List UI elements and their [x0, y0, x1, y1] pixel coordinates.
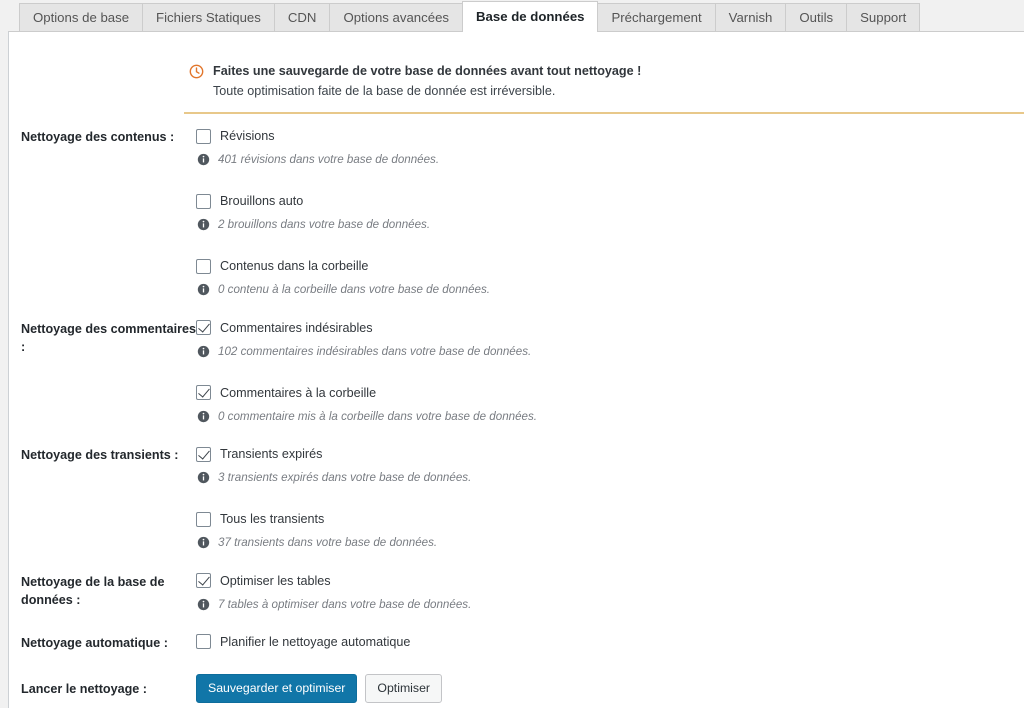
help-line: 102 commentaires indésirables dans votre…: [196, 344, 1024, 360]
tab-options-de-base[interactable]: Options de base: [19, 3, 144, 32]
checkbox-label[interactable]: Révisions: [220, 129, 275, 143]
checkbox-field: Planifier le nettoyage automatique: [196, 633, 1024, 651]
checkbox-field: Brouillons auto 2 brouillons dans votre b…: [196, 192, 1024, 233]
settings-row: Nettoyage automatique : Planifier le nett…: [9, 633, 1024, 652]
checkbox-label[interactable]: Commentaires à la corbeille: [220, 386, 376, 400]
tab-cdn[interactable]: CDN: [273, 3, 331, 32]
help-line: 0 contenu à la corbeille dans votre base…: [196, 282, 1024, 298]
tab-varnish[interactable]: Varnish: [714, 3, 787, 32]
row-fields: Commentaires indésirables 102 commentaire…: [196, 319, 1024, 425]
save-and-optimize-button[interactable]: Sauvegarder et optimiser: [196, 674, 358, 704]
actions-row: Lancer le nettoyage : Sauvegarder et opti…: [9, 674, 1024, 708]
checkbox-label[interactable]: Transients expirés: [220, 447, 322, 461]
row-label: Nettoyage des commentaires :: [21, 321, 196, 354]
checkbox-line[interactable]: Optimiser les tables: [196, 572, 1024, 590]
checkbox-field: Tous les transients 37 transients dans vo…: [196, 510, 1024, 551]
checkbox-unchecked[interactable]: [196, 193, 211, 209]
checkbox-line[interactable]: Révisions: [196, 127, 1024, 145]
info-icon: [197, 283, 210, 296]
checkbox-line[interactable]: Planifier le nettoyage automatique: [196, 633, 1024, 651]
info-icon: [197, 153, 210, 166]
checkbox-field: Commentaires à la corbeille 0 commentaire…: [196, 384, 1024, 425]
row-fields: Optimiser les tables 7 tables à optimiser…: [196, 572, 1024, 613]
row-label: Nettoyage automatique :: [21, 635, 168, 650]
help-line: 401 révisions dans votre base de données…: [196, 152, 1024, 168]
checkbox-line[interactable]: Contenus dans la corbeille: [196, 257, 1024, 275]
help-text: 3 transients expirés dans votre base de …: [218, 471, 472, 485]
row-fields: Révisions 401 révisions dans votre base d…: [196, 127, 1024, 299]
checkbox-line[interactable]: Transients expirés: [196, 445, 1024, 463]
checkbox-label[interactable]: Contenus dans la corbeille: [220, 259, 368, 273]
checkbox-field: Commentaires indésirables 102 commentaire…: [196, 319, 1024, 360]
tab-outils[interactable]: Outils: [785, 3, 848, 32]
help-text: 0 commentaire mis à la corbeille dans vo…: [218, 409, 538, 423]
backup-warning-banner: Faites une sauvegarde de votre base de d…: [184, 62, 1024, 115]
checkbox-unchecked[interactable]: [196, 258, 211, 274]
info-icon: [197, 345, 210, 358]
clock-alert-icon: [189, 64, 204, 79]
checkbox-label[interactable]: Brouillons auto: [220, 194, 303, 208]
settings-row: Nettoyage des commentaires : Commentaires…: [9, 319, 1024, 425]
row-fields: Planifier le nettoyage automatique: [196, 633, 1024, 651]
row-label: Nettoyage de la base de données :: [21, 574, 165, 607]
tab-support[interactable]: Support: [846, 3, 921, 32]
checkbox-checked[interactable]: [196, 446, 211, 462]
checkbox-line[interactable]: Brouillons auto: [196, 192, 1024, 210]
settings-row: Nettoyage des contenus : Révisions 401 rév…: [9, 127, 1024, 299]
checkbox-label[interactable]: Optimiser les tables: [220, 574, 331, 588]
settings-form: Nettoyage des contenus : Révisions 401 rév…: [9, 127, 1024, 708]
help-text: 37 transients dans votre base de données…: [218, 536, 438, 550]
help-text: 2 brouillons dans votre base de données.: [218, 218, 431, 232]
warning-line-1: Faites une sauvegarde de votre base de d…: [213, 64, 642, 78]
help-text: 7 tables à optimiser dans votre base de …: [218, 597, 472, 611]
tab-fichiers-statiques[interactable]: Fichiers Statiques: [142, 3, 275, 32]
help-line: 0 commentaire mis à la corbeille dans vo…: [196, 409, 1024, 425]
checkbox-checked[interactable]: [196, 385, 211, 401]
help-line: 37 transients dans votre base de données…: [196, 535, 1024, 551]
checkbox-unchecked[interactable]: [196, 634, 211, 650]
settings-tab-bar: Options de base Fichiers Statiques CDN Opti…: [0, 0, 1024, 32]
checkbox-unchecked[interactable]: [196, 511, 211, 527]
checkbox-field: Optimiser les tables 7 tables à optimiser…: [196, 572, 1024, 613]
warning-line-2: Toute optimisation faite de la base de d…: [213, 83, 556, 98]
help-line: 3 transients expirés dans votre base de …: [196, 470, 1024, 486]
action-buttons: Sauvegarder et optimiser Optimiser: [196, 674, 1024, 704]
info-icon: [197, 410, 210, 423]
settings-panel: Faites une sauvegarde de votre base de d…: [8, 31, 1024, 708]
checkbox-line[interactable]: Commentaires à la corbeille: [196, 384, 1024, 402]
checkbox-field: Révisions 401 révisions dans votre base d…: [196, 127, 1024, 168]
checkbox-label[interactable]: Tous les transients: [220, 512, 324, 526]
help-line: 7 tables à optimiser dans votre base de …: [196, 597, 1024, 613]
optimize-button[interactable]: Optimiser: [365, 674, 443, 704]
help-text: 401 révisions dans votre base de données…: [218, 153, 440, 166]
checkbox-label[interactable]: Planifier le nettoyage automatique: [220, 635, 410, 649]
info-icon: [197, 536, 210, 549]
checkbox-line[interactable]: Tous les transients: [196, 510, 1024, 528]
checkbox-checked[interactable]: [196, 320, 211, 336]
row-label: Nettoyage des transients :: [21, 448, 179, 463]
row-fields: Transients expirés 3 transients expirés d…: [196, 445, 1024, 551]
help-text: 102 commentaires indésirables dans votre…: [218, 344, 532, 358]
settings-row: Nettoyage de la base de données : Optimis…: [9, 572, 1024, 613]
row-label: Nettoyage des contenus :: [21, 130, 175, 144]
info-icon: [197, 471, 210, 484]
checkbox-line[interactable]: Commentaires indésirables: [196, 319, 1024, 337]
checkbox-label[interactable]: Commentaires indésirables: [220, 321, 373, 335]
help-text: 0 contenu à la corbeille dans votre base…: [218, 283, 491, 297]
checkbox-field: Contenus dans la corbeille 0 contenu à la…: [196, 257, 1024, 298]
help-line: 2 brouillons dans votre base de données.: [196, 217, 1024, 233]
tab-pr-chargement[interactable]: Préchargement: [597, 3, 716, 32]
actions-label: Lancer le nettoyage :: [21, 682, 147, 696]
info-icon: [197, 598, 210, 611]
checkbox-checked[interactable]: [196, 573, 211, 589]
info-icon: [197, 218, 210, 231]
settings-row: Nettoyage des transients : Transients exp…: [9, 445, 1024, 551]
tab-base-de-donn-es[interactable]: Base de données: [462, 1, 599, 32]
checkbox-field: Transients expirés 3 transients expirés d…: [196, 445, 1024, 486]
wp-rocket-database-settings-page: Options de base Fichiers Statiques CDN Opti…: [0, 0, 1024, 708]
actions-fields: Sauvegarder et optimiserOptimiser"Sauveg…: [196, 674, 1024, 708]
tab-options-avanc-es[interactable]: Options avancées: [329, 3, 464, 32]
checkbox-unchecked[interactable]: [196, 128, 211, 144]
